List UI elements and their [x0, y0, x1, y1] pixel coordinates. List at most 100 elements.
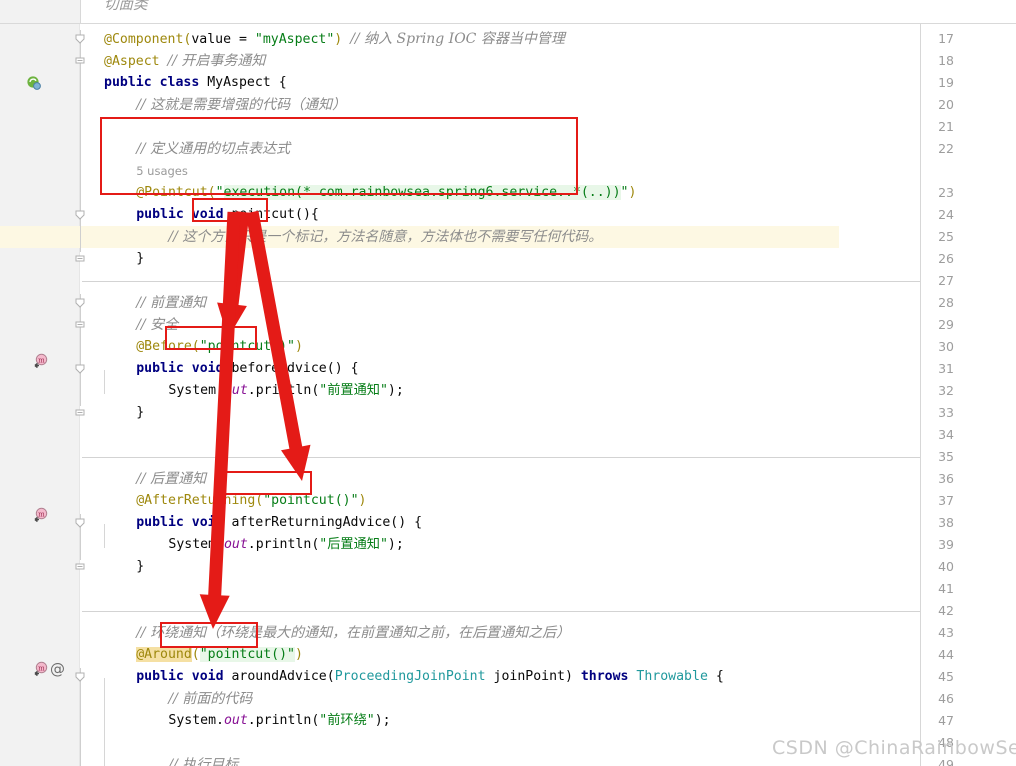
- fold-end-icon[interactable]: [73, 54, 87, 68]
- line-number: 26: [938, 251, 954, 266]
- fold-collapse-icon[interactable]: [73, 516, 87, 530]
- line-number: 40: [938, 559, 954, 574]
- code-token: out: [223, 537, 248, 552]
- line-number: 39: [938, 537, 954, 552]
- code-token: public: [136, 515, 192, 530]
- code-line[interactable]: 5 usages: [136, 160, 188, 182]
- code-line[interactable]: @Pointcut("execution(* com.rainbowsea.sp…: [136, 182, 636, 204]
- line-number: 28: [938, 295, 954, 310]
- code-token: @Around: [136, 647, 192, 662]
- code-line[interactable]: public class MyAspect {: [104, 72, 287, 94]
- code-token: );: [387, 537, 404, 552]
- line-number: 47: [938, 713, 954, 728]
- editor-top-strip: 切面类: [0, 0, 1016, 24]
- aop-method-advice-icon[interactable]: m: [33, 507, 49, 523]
- svg-text:m: m: [38, 665, 45, 673]
- fold-collapse-icon[interactable]: [73, 670, 87, 684]
- code-token: pointcut: [231, 207, 295, 222]
- line-number: 24: [938, 207, 954, 222]
- code-line[interactable]: public void pointcut(){: [136, 204, 319, 226]
- fold-end-icon[interactable]: [73, 406, 87, 420]
- code-line[interactable]: @Aspect // 开启事务通知: [104, 50, 265, 72]
- code-token: // 环绕通知（环绕是最大的通知，在前置通知之前，在后置通知之后）: [136, 625, 571, 641]
- code-token: joinPoint): [485, 669, 581, 684]
- code-line[interactable]: // 定义通用的切点表达式: [136, 138, 290, 160]
- code-token: public: [136, 361, 192, 376]
- fold-end-icon[interactable]: [73, 318, 87, 332]
- code-line[interactable]: // 前置通知: [136, 292, 206, 314]
- code-token: // 安全: [136, 317, 179, 333]
- fold-collapse-icon[interactable]: [73, 362, 87, 376]
- line-number: 37: [938, 493, 954, 508]
- code-token: class: [159, 75, 208, 90]
- fold-collapse-icon[interactable]: [73, 32, 87, 46]
- code-token: .println(: [247, 537, 320, 552]
- code-token: @Component(: [104, 32, 192, 47]
- code-token: ): [295, 339, 303, 354]
- svg-text:m: m: [38, 511, 45, 519]
- code-token: ): [295, 647, 303, 662]
- code-line[interactable]: // 前面的代码: [168, 688, 252, 710]
- fold-end-icon[interactable]: [73, 252, 87, 266]
- code-token: (): [295, 207, 311, 222]
- aop-method-advice-icon[interactable]: m: [33, 661, 49, 677]
- line-number: 30: [938, 339, 954, 354]
- code-line[interactable]: // 安全: [136, 314, 178, 336]
- line-number: 42: [938, 603, 954, 618]
- line-number: 44: [938, 647, 954, 662]
- code-line[interactable]: // 这就是需要增强的代码（通知）: [136, 94, 346, 116]
- code-token: "myAspect": [254, 32, 335, 47]
- line-number: 20: [938, 97, 954, 112]
- code-token: afterReturningAdvice: [231, 515, 391, 530]
- fold-collapse-icon[interactable]: [73, 296, 87, 310]
- code-token: System.: [168, 383, 224, 398]
- code-line[interactable]: public void beforeAdvice() {: [136, 358, 358, 380]
- code-line[interactable]: @Around("pointcut()"): [136, 644, 303, 666]
- line-number: 17: [938, 31, 954, 46]
- line-number: 36: [938, 471, 954, 486]
- fold-end-icon[interactable]: [73, 560, 87, 574]
- code-token: out: [223, 713, 248, 728]
- code-token: (: [191, 339, 200, 354]
- code-line[interactable]: System.out.println("后置通知");: [168, 534, 403, 556]
- code-token: @Before: [136, 339, 192, 354]
- code-line[interactable]: @AfterReturning("pointcut()"): [136, 490, 366, 512]
- code-token: {: [310, 207, 319, 222]
- method-separator: [82, 281, 920, 282]
- line-number: 45: [938, 669, 954, 684]
- fold-collapse-icon[interactable]: [73, 208, 87, 222]
- method-separator: [82, 457, 920, 458]
- code-line[interactable]: @Before("pointcut()"): [136, 336, 303, 358]
- code-line[interactable]: // 环绕通知（环绕是最大的通知，在前置通知之前，在后置通知之后）: [136, 622, 570, 644]
- code-line[interactable]: public void afterReturningAdvice() {: [136, 512, 422, 534]
- code-line[interactable]: @Component(value = "myAspect") // 纳入 Spr…: [104, 28, 565, 50]
- code-line[interactable]: System.out.println("前置通知");: [168, 380, 403, 402]
- code-token: void: [191, 207, 232, 222]
- code-token: void: [191, 361, 232, 376]
- code-token: );: [374, 713, 391, 728]
- code-token: =: [231, 32, 255, 47]
- code-line[interactable]: }: [136, 556, 144, 578]
- code-line[interactable]: // 这个方法只是一个标记，方法名随意，方法体也不需要写任何代码。: [168, 226, 602, 248]
- code-token: .println(: [247, 713, 320, 728]
- code-line[interactable]: // 执行目标: [168, 754, 238, 766]
- line-number: 32: [938, 383, 954, 398]
- aop-method-advice-icon[interactable]: m: [33, 353, 49, 369]
- csdn-watermark: CSDN @ChinaRainbowSea: [772, 737, 1016, 759]
- code-line[interactable]: }: [136, 248, 144, 270]
- code-line[interactable]: public void aroundAdvice(ProceedingJoinP…: [136, 666, 724, 688]
- code-token: // 这个方法只是一个标记，方法名随意，方法体也不需要写任何代码。: [168, 229, 603, 245]
- line-number: 33: [938, 405, 954, 420]
- cut-off-comment-text: 切面类: [104, 0, 148, 13]
- code-token: System.: [168, 713, 224, 728]
- spring-bean-icon[interactable]: [26, 75, 42, 91]
- code-line[interactable]: System.out.println("前环绕");: [168, 710, 390, 732]
- code-line[interactable]: }: [136, 402, 144, 424]
- editor-gutter[interactable]: [0, 24, 80, 766]
- code-token: }: [136, 405, 145, 420]
- code-token: // 这就是需要增强的代码（通知）: [136, 97, 347, 113]
- code-token: "后置通知": [319, 537, 388, 552]
- annotation-at-icon[interactable]: @: [50, 661, 65, 677]
- code-line[interactable]: // 后置通知: [136, 468, 206, 490]
